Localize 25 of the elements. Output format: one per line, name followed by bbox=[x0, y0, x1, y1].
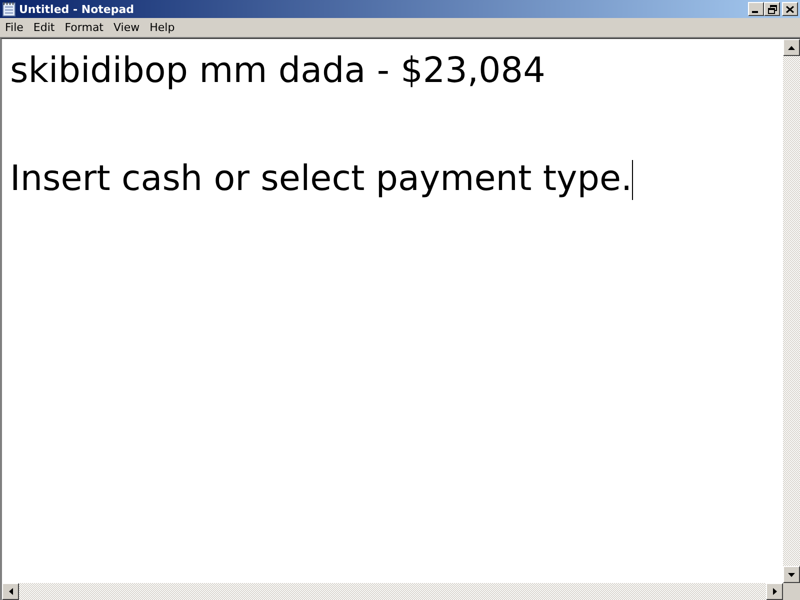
menu-item[interactable]: Edit bbox=[28, 21, 60, 34]
restore-button[interactable] bbox=[764, 2, 780, 16]
text-cursor bbox=[632, 160, 634, 200]
restore-icon bbox=[768, 4, 776, 14]
close-icon bbox=[786, 6, 794, 12]
notepad-icon bbox=[2, 2, 16, 16]
minimize-button[interactable] bbox=[748, 2, 764, 16]
text-line: skibidibop mm dada - $23,084 bbox=[10, 51, 546, 91]
close-button[interactable] bbox=[782, 2, 798, 16]
menu-item[interactable]: File bbox=[0, 21, 28, 34]
scroll-left-button[interactable] bbox=[2, 583, 19, 600]
window-title: Untitled - Notepad bbox=[19, 2, 134, 16]
scroll-right-button[interactable] bbox=[766, 583, 783, 600]
up-arrow-icon bbox=[788, 46, 795, 50]
text-line: Insert cash or select payment type. bbox=[10, 159, 632, 199]
horizontal-scrollbar[interactable] bbox=[2, 583, 783, 600]
menu-item[interactable]: Help bbox=[144, 21, 180, 34]
menu-item[interactable]: Format bbox=[60, 21, 108, 34]
scroll-down-button[interactable] bbox=[783, 566, 800, 583]
scroll-up-button[interactable] bbox=[783, 39, 800, 56]
right-arrow-icon bbox=[772, 588, 776, 595]
left-arrow-icon bbox=[8, 588, 12, 595]
menu-item[interactable]: View bbox=[108, 21, 145, 34]
vertical-scrollbar[interactable] bbox=[783, 39, 800, 583]
down-arrow-icon bbox=[788, 572, 795, 576]
